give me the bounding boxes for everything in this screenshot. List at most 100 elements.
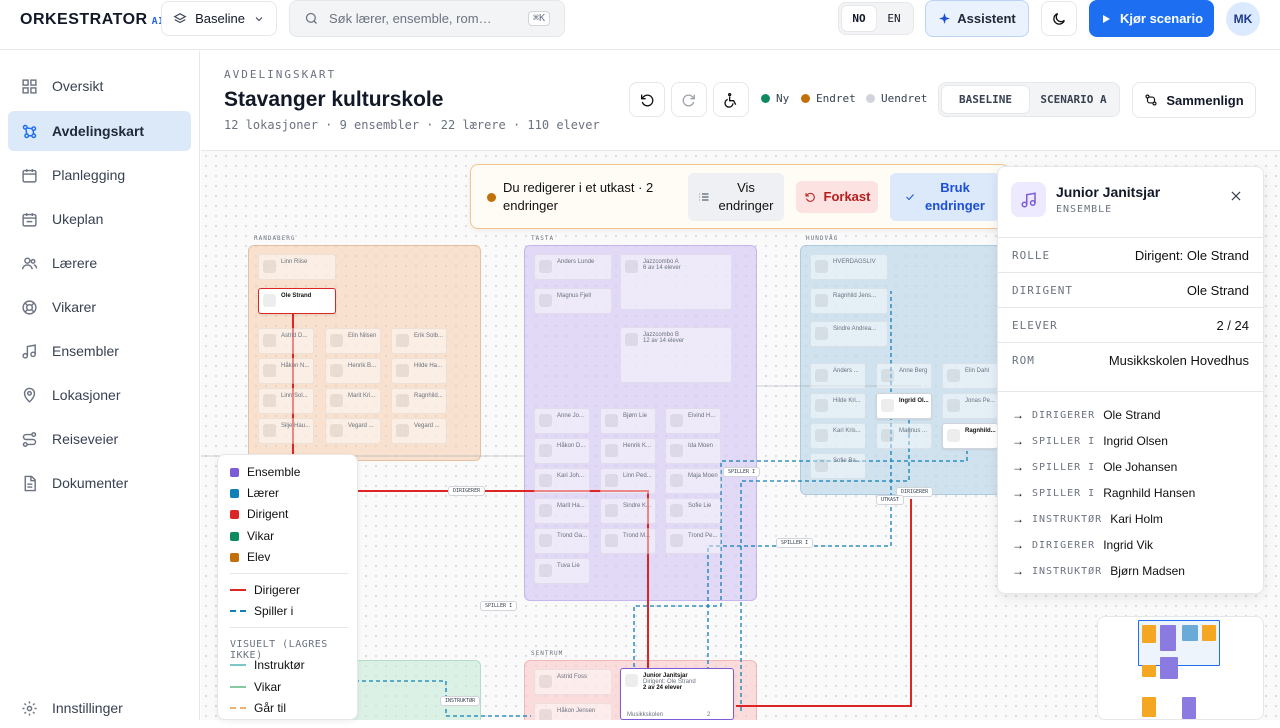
- close-icon[interactable]: [1229, 189, 1243, 208]
- lang-en-button[interactable]: EN: [877, 6, 911, 31]
- node-junior-janitsjar[interactable]: Junior Janitsjar Dirigent: Ole Strand 2 …: [620, 668, 734, 720]
- node-r6[interactable]: Hilde Ha...: [391, 358, 447, 384]
- node-h-hverdagsliv[interactable]: HVERDAGSLIV: [810, 254, 888, 280]
- node-r3[interactable]: Erik Solb...: [391, 328, 447, 354]
- sidebar-item-oversikt[interactable]: Oversikt: [8, 66, 191, 106]
- app-logo[interactable]: ORKESTRATOR AI: [20, 11, 165, 29]
- node-t6[interactable]: Ida Moen: [665, 438, 721, 464]
- sidebar-item-vikarer[interactable]: Vikarer: [8, 287, 191, 327]
- node-t-magnus-fjell[interactable]: Magnus Fjell: [534, 288, 612, 314]
- scenario-selector[interactable]: Baseline: [161, 1, 277, 36]
- run-scenario-button[interactable]: Kjør scenario: [1089, 0, 1214, 37]
- node-t7[interactable]: Kari Joh...: [534, 468, 590, 494]
- node-h5[interactable]: Elin Dahl: [942, 363, 998, 389]
- apply-changes-button[interactable]: Bruk endringer: [890, 173, 1000, 221]
- user-avatar[interactable]: MK: [1226, 2, 1260, 36]
- node-t1[interactable]: Anne Jo...: [534, 408, 590, 434]
- node-t2[interactable]: Bjørn Lie: [600, 408, 656, 434]
- node-r1[interactable]: Astrid D...: [258, 328, 314, 354]
- accessibility-button[interactable]: [713, 82, 749, 117]
- edge-label-spiller-2[interactable]: SPILLER I: [776, 538, 814, 548]
- node-h-ragnhild[interactable]: Ragnhild...: [942, 423, 998, 449]
- relation-item[interactable]: → SPILLER I Ingrid Olsen: [1012, 434, 1168, 448]
- node-t12[interactable]: Sofie Lie: [665, 498, 721, 524]
- edge-label-instruktor[interactable]: INSTRUKTØR: [440, 696, 481, 706]
- node-h2[interactable]: Sindre Andrea...: [810, 321, 888, 347]
- relation-item[interactable]: → INSTRUKTØR Kari Holm: [1012, 512, 1163, 526]
- sidebar-item-lokasjoner[interactable]: Lokasjoner: [8, 375, 191, 415]
- node-s-astrid-foss[interactable]: Astrid Foss: [534, 669, 612, 695]
- theme-toggle-button[interactable]: [1041, 1, 1077, 36]
- edge-label-utkast[interactable]: UTKAST: [876, 495, 905, 505]
- node-t16[interactable]: Tuva Lie: [534, 558, 590, 584]
- undo-button[interactable]: [629, 82, 665, 117]
- node-t15[interactable]: Trond Pe...: [665, 528, 721, 554]
- edge-label-spiller-3[interactable]: SPILLER I: [480, 601, 518, 611]
- node-t11[interactable]: Sindre K...: [600, 498, 656, 524]
- minimap[interactable]: [1097, 616, 1264, 720]
- node-r11[interactable]: Vegard ...: [325, 418, 381, 444]
- compare-button[interactable]: Sammenlign: [1132, 82, 1256, 118]
- relation-item[interactable]: → DIRIGERER Ole Strand: [1012, 408, 1161, 422]
- node-t8[interactable]: Linn Ped...: [600, 468, 656, 494]
- relation-item[interactable]: → DIRIGERER Ingrid Vik: [1012, 538, 1153, 552]
- edge-label-dirigerer[interactable]: DIRIGERER: [448, 486, 486, 496]
- node-r7[interactable]: Linn Sol...: [258, 388, 314, 414]
- search-icon: [305, 12, 317, 24]
- relation-item[interactable]: → SPILLER I Ole Johansen: [1012, 460, 1177, 474]
- node-t-anders-lunde[interactable]: Anders Lunde: [534, 254, 612, 280]
- node-r8[interactable]: Marit Kri...: [325, 388, 381, 414]
- node-h9[interactable]: Kari Kris...: [810, 423, 866, 449]
- node-t14[interactable]: Trond M...: [600, 528, 656, 554]
- edge-label-spiller-1[interactable]: SPILLER I: [723, 467, 761, 477]
- show-changes-button[interactable]: Vis endringer: [688, 173, 784, 221]
- node-h8[interactable]: Jonas Pe...: [942, 393, 998, 419]
- relation-item[interactable]: → INSTRUKTØR Bjørn Madsen: [1012, 564, 1185, 578]
- relation-item[interactable]: → SPILLER I Ragnhild Hansen: [1012, 486, 1195, 500]
- discard-button[interactable]: Forkast: [796, 181, 878, 213]
- sidebar-item-planlegging[interactable]: Planlegging: [8, 155, 191, 195]
- node-ole-strand[interactable]: Ole Strand: [258, 288, 336, 314]
- node-r9[interactable]: Ragnhild...: [391, 388, 447, 414]
- sidebar-item-innstillinger[interactable]: Innstillinger: [8, 688, 191, 728]
- node-t4[interactable]: Håkon D...: [534, 438, 590, 464]
- node-t9[interactable]: Maja Moen: [665, 468, 721, 494]
- node-h1[interactable]: Ragnhild Jens...: [810, 288, 888, 314]
- node-r12[interactable]: Vegard ...: [391, 418, 447, 444]
- node-h-ingrid[interactable]: Ingrid Ol...: [876, 393, 932, 419]
- node-linn-riise[interactable]: Linn Riise: [258, 254, 336, 280]
- node-jazzcombo-a[interactable]: Jazzcombo A6 av 14 elever: [620, 254, 732, 310]
- sidebar-item-ensembler[interactable]: Ensembler: [8, 331, 191, 371]
- node-h10[interactable]: Magnus ...: [876, 423, 932, 449]
- tab-scenario-a[interactable]: SCENARIO A: [1030, 85, 1117, 114]
- node-r5[interactable]: Henrik B...: [325, 358, 381, 384]
- node-s-hakon-jensen[interactable]: Håkon Jensen: [534, 703, 612, 720]
- node-t5[interactable]: Henrik K...: [600, 438, 656, 464]
- sidebar-item-reiseveier[interactable]: Reiseveier: [8, 419, 191, 459]
- sidebar-item-avdelingskart[interactable]: Avdelingskart: [8, 111, 191, 151]
- node-h3[interactable]: Anders ...: [810, 363, 866, 389]
- legend-ensemble: Ensemble: [230, 465, 300, 479]
- redo-button[interactable]: [671, 82, 707, 117]
- sidebar-item-laerere[interactable]: Lærere: [8, 243, 191, 283]
- node-r10[interactable]: Silje Hau...: [258, 418, 314, 444]
- node-jazzcombo-b[interactable]: Jazzcombo B 12 av 14 elever: [620, 327, 732, 383]
- node-t3[interactable]: Eivind H...: [665, 408, 721, 434]
- node-t13[interactable]: Trond Ga...: [534, 528, 590, 554]
- assistant-button[interactable]: Assistent: [925, 0, 1029, 37]
- sidebar-item-dokumenter[interactable]: Dokumenter: [8, 463, 191, 503]
- node-t10[interactable]: Marit Ha...: [534, 498, 590, 524]
- legend-line: [230, 664, 246, 666]
- node-r4[interactable]: Håkon N...: [258, 358, 314, 384]
- node-h12[interactable]: Sofie Ba...: [810, 453, 866, 479]
- node-h6[interactable]: Hilde Kri...: [810, 393, 866, 419]
- arrow-right-icon: →: [1012, 564, 1024, 578]
- tab-baseline[interactable]: BASELINE: [941, 85, 1030, 114]
- node-h4[interactable]: Anne Berg: [876, 363, 932, 389]
- lang-no-button[interactable]: NO: [841, 5, 877, 32]
- search-input[interactable]: Søk lærer, ensemble, rom… ⌘K: [289, 0, 565, 37]
- node-r2[interactable]: Elin Nilsen: [325, 328, 381, 354]
- legend-swatch: [230, 509, 239, 519]
- sidebar-item-ukeplan[interactable]: Ukeplan: [8, 199, 191, 239]
- undo-icon: [805, 192, 815, 202]
